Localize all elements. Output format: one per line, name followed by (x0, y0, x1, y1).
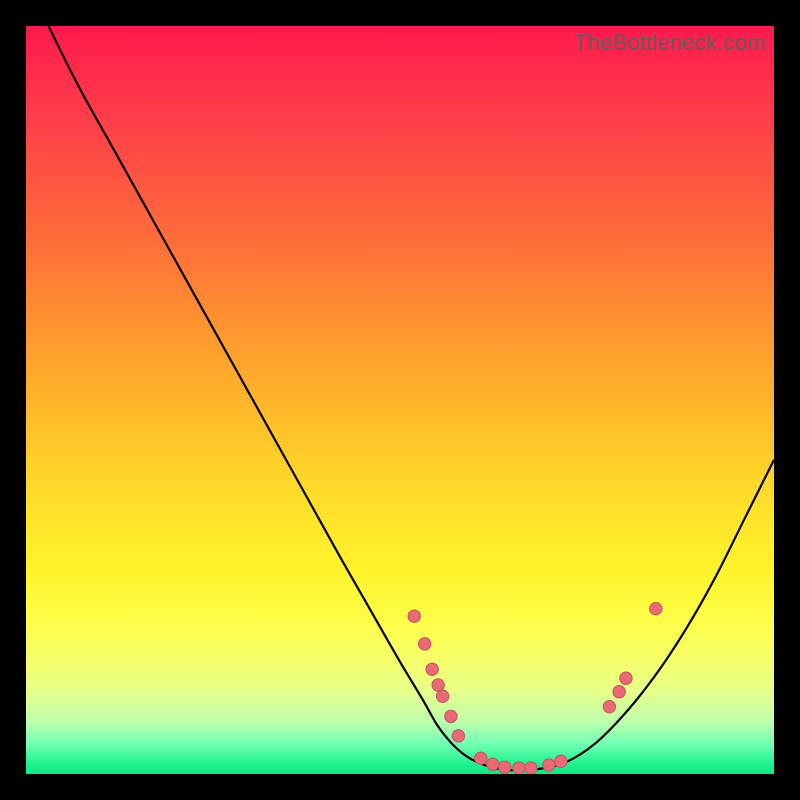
data-point (436, 690, 448, 702)
data-point (613, 686, 625, 698)
data-point (603, 700, 615, 712)
data-point (452, 730, 464, 742)
data-point (418, 638, 430, 650)
data-point (432, 679, 444, 691)
chart-overlay (26, 26, 774, 774)
data-point (499, 761, 511, 773)
data-point (543, 759, 555, 771)
chart-frame: TheBottleneck.com (0, 0, 800, 800)
data-point (513, 762, 525, 774)
data-point (487, 758, 499, 770)
data-point (555, 755, 567, 767)
data-points (408, 602, 662, 774)
data-point (445, 710, 457, 722)
data-point (620, 672, 632, 684)
data-point (426, 663, 438, 675)
data-point (408, 610, 420, 622)
plot-area: TheBottleneck.com (26, 26, 774, 774)
bottleneck-curve (48, 26, 774, 770)
data-point (525, 762, 537, 774)
data-point (475, 752, 487, 764)
data-point (650, 602, 662, 614)
